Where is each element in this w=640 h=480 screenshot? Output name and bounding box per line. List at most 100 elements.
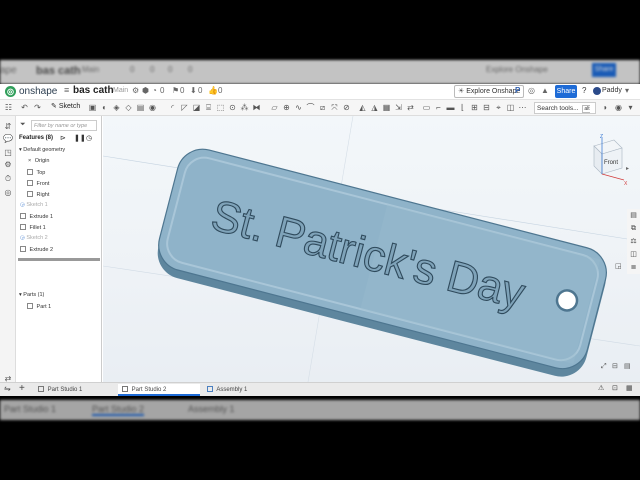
view-orientation-menu-icon[interactable]: ◲: [615, 263, 622, 270]
tab-part-studio-1[interactable]: Part Studio 1: [34, 384, 114, 396]
undo-icon[interactable]: ↶: [20, 103, 29, 112]
draft-icon[interactable]: ◪: [192, 103, 201, 112]
transform-icon[interactable]: ⤧: [330, 103, 339, 112]
chamfer-icon[interactable]: ◸: [180, 103, 189, 112]
user-name[interactable]: Paddy: [602, 87, 622, 94]
like-icon[interactable]: 👍: [208, 86, 218, 95]
pause-icon[interactable]: ❚❚: [74, 134, 86, 142]
tree-item-fillet-1[interactable]: Fillet 1: [20, 224, 46, 231]
mass-properties-icon[interactable]: ⚖: [629, 237, 638, 246]
thicken-icon[interactable]: ▤: [136, 103, 145, 112]
rollback-start-icon[interactable]: ⊳: [60, 134, 66, 142]
sheet-metal-icon[interactable]: ▭: [422, 103, 431, 112]
keychain-part[interactable]: St. Patrick's Day: [151, 144, 613, 382]
filter-input[interactable]: Filter by name or type: [31, 120, 97, 131]
helix-icon[interactable]: ∿: [294, 103, 303, 112]
surface-icon[interactable]: ◭: [358, 103, 367, 112]
comments-icon[interactable]: 💬: [3, 134, 13, 144]
custom-features-icon[interactable]: ⋯: [518, 103, 527, 112]
tab-manager-icon[interactable]: ⇋: [4, 384, 11, 393]
split-icon[interactable]: ⧄: [318, 103, 327, 112]
measure-icon[interactable]: ⌖: [494, 103, 503, 112]
tree-item-extrude-1[interactable]: Extrude 1: [20, 213, 53, 220]
tab-part-studio-2[interactable]: Part Studio 2: [118, 384, 200, 396]
tree-item-top[interactable]: Top: [27, 169, 45, 176]
extrude-icon[interactable]: ▣: [88, 103, 97, 112]
help-icon[interactable]: ?: [582, 86, 586, 95]
tree-item-sketch-2[interactable]: ◶ Sketch 2: [20, 235, 48, 241]
document-name[interactable]: bas cath: [73, 85, 114, 96]
view-options-icon[interactable]: ◉: [614, 103, 623, 112]
sweep-icon[interactable]: ◈: [112, 103, 121, 112]
mirror-icon[interactable]: ⧓: [252, 103, 261, 112]
comment-count-icon[interactable]: ◔: [152, 86, 157, 95]
tree-item-default-geometry[interactable]: ▾ Default geometry: [19, 147, 65, 153]
rib-icon[interactable]: ⌸: [204, 103, 213, 112]
onshape-logo-icon[interactable]: ◎: [5, 86, 16, 97]
notifications-icon[interactable]: ⚠: [598, 384, 604, 392]
share-button[interactable]: Share: [555, 85, 577, 98]
workspace-icon[interactable]: ⚙: [132, 86, 139, 95]
download-icon[interactable]: ⬇: [190, 86, 197, 95]
flange-icon[interactable]: ⌐: [434, 103, 443, 112]
search-tools-input[interactable]: Search tools... alt C: [534, 102, 596, 125]
workspace-tree-icon[interactable]: ☷: [4, 103, 13, 112]
tree-item-sketch-1[interactable]: ◶ Sketch 1: [20, 202, 48, 208]
redo-icon[interactable]: ↷: [33, 103, 42, 112]
tab-assembly-1[interactable]: Assembly 1: [203, 384, 283, 396]
help-center-icon[interactable]: ◎: [528, 86, 535, 95]
menu-icon[interactable]: ≡: [64, 85, 69, 95]
named-views-icon[interactable]: ▤: [624, 363, 631, 370]
configurations-icon[interactable]: ⚙: [3, 160, 13, 170]
fill-icon[interactable]: ▦: [382, 103, 391, 112]
add-tab-button[interactable]: +: [19, 383, 25, 394]
tab-feature-icon[interactable]: ▬: [446, 103, 455, 112]
more-chevron-icon[interactable]: ▾: [626, 103, 635, 112]
app-store-icon[interactable]: P: [515, 86, 520, 95]
weldment-icon[interactable]: ⊟: [482, 103, 491, 112]
avatar[interactable]: [593, 87, 601, 95]
display-mode-icon[interactable]: ◑: [600, 103, 609, 112]
rollback-bar[interactable]: [18, 258, 100, 261]
view-cube-arrow-icon[interactable]: ▸: [626, 166, 629, 172]
loft-icon[interactable]: ◇: [124, 103, 133, 112]
tree-item-right[interactable]: Right: [27, 191, 49, 198]
branch-name[interactable]: Main: [113, 87, 128, 94]
graphics-viewport[interactable]: St. Patrick's Day Front Z X ▸ ◲ ⤢ ⊟ ▤: [103, 116, 640, 382]
hole-icon[interactable]: ⊙: [228, 103, 237, 112]
view-cube[interactable]: Front Z X ▸: [593, 134, 629, 187]
render-icon[interactable]: ◫: [629, 250, 638, 259]
chevron-down-icon[interactable]: ▾: [625, 86, 629, 95]
refresh-icon[interactable]: ◷: [86, 134, 92, 142]
feature-list-icon[interactable]: ⇵: [3, 122, 13, 132]
graduation-icon[interactable]: ▲: [541, 86, 549, 95]
follower-icon[interactable]: ⚑: [172, 86, 179, 95]
part-item[interactable]: Part 1: [27, 303, 51, 310]
boolean-icon[interactable]: ◉: [148, 103, 157, 112]
version-icon[interactable]: ⬢: [142, 86, 149, 95]
zoom-fit-icon[interactable]: ⤢: [601, 363, 607, 370]
view-sections-icon[interactable]: ⊟: [612, 363, 618, 370]
appearance-panel-icon[interactable]: ▤: [629, 211, 638, 220]
shell-icon[interactable]: ⬚: [216, 103, 225, 112]
pattern-icon[interactable]: ⁂: [240, 103, 249, 112]
shaded-icon[interactable]: ▦: [626, 384, 633, 392]
move-face-icon[interactable]: ⇲: [394, 103, 403, 112]
curve-icon[interactable]: ⌒: [306, 103, 315, 112]
replace-face-icon[interactable]: ⇄: [406, 103, 415, 112]
filter-icon[interactable]: ⏷: [20, 121, 26, 129]
plane-icon[interactable]: ▱: [270, 103, 279, 112]
tree-item-front[interactable]: Front: [27, 180, 49, 187]
offset-surface-icon[interactable]: ◮: [370, 103, 379, 112]
appearance-icon[interactable]: ◎: [3, 188, 13, 198]
revolve-icon[interactable]: ◐: [100, 103, 109, 112]
variables-icon[interactable]: ◳: [3, 148, 13, 158]
bom-icon[interactable]: ≣: [629, 263, 638, 272]
frame-icon[interactable]: ⊞: [470, 103, 479, 112]
properties-icon[interactable]: ⧉: [629, 224, 638, 233]
tree-item-origin[interactable]: × Origin: [28, 158, 49, 164]
mate-connector-icon[interactable]: ⊕: [282, 103, 291, 112]
delete-part-icon[interactable]: ⊘: [342, 103, 351, 112]
explore-onshape-button[interactable]: ☀ Explore Onshape: [454, 85, 525, 98]
parts-header[interactable]: ▾ Parts (1): [19, 292, 44, 298]
